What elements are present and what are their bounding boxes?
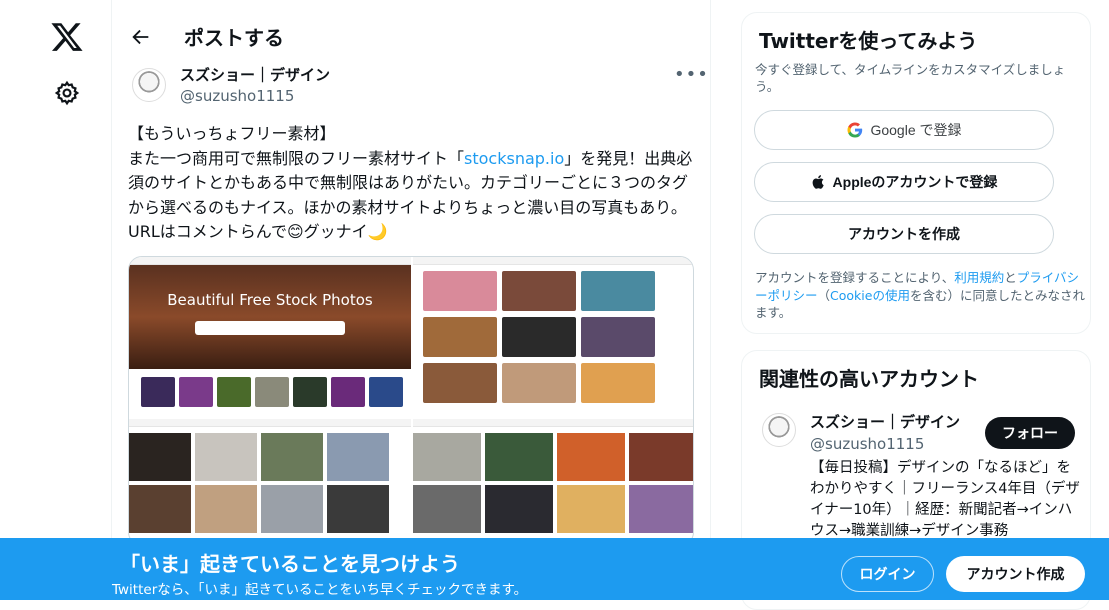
media-thumb (293, 377, 327, 407)
media-thumb (141, 377, 175, 407)
more-icon[interactable]: ••• (674, 64, 709, 85)
post-text: 【もういっちょフリー素材】 また一つ商用可で無制限のフリー素材サイト「stock… (128, 122, 700, 245)
media-hero: Beautiful Free Stock Photos (129, 265, 411, 369)
media-grid (129, 433, 389, 533)
google-signup-button[interactable]: Google で登録 (754, 110, 1054, 150)
follow-button[interactable]: フォロー (985, 417, 1075, 449)
main-column: ポストする スズショー｜デザイン @suzusho1115 ••• 【もういっち… (112, 0, 711, 600)
media-topbar (413, 257, 693, 265)
media-thumb (413, 485, 481, 533)
media-thumb (629, 433, 693, 481)
post-text-part: 【もういっちょフリー素材】 また一つ商用可で無制限のフリー素材サイト「 (128, 124, 465, 168)
media-thumb (485, 433, 553, 481)
media-image[interactable]: Beautiful Free Stock Photos (129, 257, 411, 417)
media-image[interactable] (413, 419, 693, 545)
post-link[interactable]: stocksnap.io (464, 149, 564, 168)
media-grid (423, 271, 655, 403)
media-thumb (629, 485, 693, 533)
media-thumb (195, 433, 257, 481)
media-thumb (502, 363, 576, 403)
media-thumb (129, 485, 191, 533)
media-search-box (195, 321, 345, 335)
legal-text-part: （ (817, 287, 831, 303)
signup-card: Twitterを使ってみよう 今すぐ登録して、タイムラインをカスタマイズしましょ… (741, 12, 1091, 334)
related-handle[interactable]: @suzusho1115 (810, 435, 924, 453)
media-thumb (557, 485, 625, 533)
avatar[interactable] (762, 413, 796, 447)
apple-signup-label: Appleのアカウントで登録 (832, 174, 998, 190)
media-image[interactable] (129, 419, 411, 545)
create-account-label: アカウントを作成 (848, 226, 960, 242)
media-topbar (413, 419, 693, 427)
banner-title: 「いま」起きていることを見つけよう (120, 552, 460, 576)
media-thumb (581, 363, 655, 403)
banner-subtitle: Twitterなら、「いま」起きていることをいち早くチェックできます。 (112, 582, 528, 598)
related-bio: 【毎日投稿】デザインの「なるほど」をわかりやすく｜フリーランス4年目（デザイナー… (810, 460, 1080, 539)
media-thumb (369, 377, 403, 407)
signup-subtitle: 今すぐ登録して、タイムラインをカスタマイズしましょう。 (755, 62, 1066, 94)
media-thumb (327, 485, 389, 533)
media-topbar (129, 257, 411, 265)
media-thumb (129, 433, 191, 481)
signup-title: Twitterを使ってみよう (759, 29, 978, 53)
gear-icon[interactable] (54, 80, 80, 106)
x-logo-icon[interactable] (50, 20, 84, 54)
media-thumb (217, 377, 251, 407)
signup-button[interactable]: アカウント作成 (946, 556, 1085, 592)
google-signup-label: Google で登録 (870, 122, 962, 138)
page-title: ポストする (184, 26, 284, 50)
media-thumb (179, 377, 213, 407)
left-nav (0, 0, 112, 600)
media-thumb (261, 485, 323, 533)
legal-text-part: アカウントを登録することにより、 (755, 270, 955, 285)
media-thumb (485, 485, 553, 533)
media-thumb (423, 363, 497, 403)
media-thumb (502, 317, 576, 357)
google-icon (847, 122, 863, 138)
avatar[interactable] (132, 68, 166, 102)
author-handle[interactable]: @suzusho1115 (180, 87, 294, 105)
legal-text: アカウントを登録することにより、利用規約とプライバシーポリシー（Cookieの使… (755, 269, 1085, 322)
bottom-banner: 「いま」起きていることを見つけよう Twitterなら、「いま」起きていることを… (0, 538, 1109, 600)
media-thumb (557, 433, 625, 481)
media-thumb (255, 377, 289, 407)
media-thumb (331, 377, 365, 407)
apple-icon (812, 175, 824, 189)
media-thumb (195, 485, 257, 533)
media-thumb (502, 271, 576, 311)
legal-text-part: と (1004, 270, 1017, 285)
apple-signup-button[interactable]: Appleのアカウントで登録 (754, 162, 1054, 202)
media-thumb (581, 271, 655, 311)
cookie-link[interactable]: Cookieの使用 (830, 288, 910, 303)
media-image[interactable] (413, 257, 693, 417)
media-thumb (327, 433, 389, 481)
terms-link[interactable]: 利用規約 (954, 270, 1004, 285)
create-account-button[interactable]: アカウントを作成 (754, 214, 1054, 254)
media-thumb (423, 317, 497, 357)
related-name[interactable]: スズショー｜デザイン (810, 411, 960, 432)
page-header: ポストする (112, 0, 710, 74)
media-thumb (423, 271, 497, 311)
media-hero-title: Beautiful Free Stock Photos (167, 291, 373, 309)
author-name[interactable]: スズショー｜デザイン (180, 64, 330, 85)
media-grid (413, 433, 693, 533)
post-media[interactable]: Beautiful Free Stock Photos (128, 256, 694, 546)
media-topbar (129, 419, 411, 427)
back-arrow-icon[interactable] (130, 26, 152, 48)
media-thumb (413, 433, 481, 481)
media-thumb (261, 433, 323, 481)
login-button[interactable]: ログイン (841, 556, 934, 592)
media-thumb (581, 317, 655, 357)
related-title: 関連性の高いアカウント (759, 367, 979, 391)
media-thumb-row (141, 377, 403, 407)
